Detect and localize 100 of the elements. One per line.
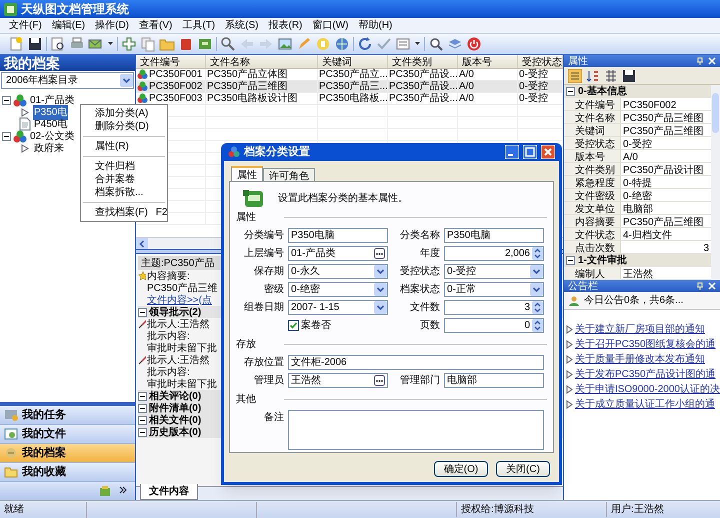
menu-item[interactable]: 报表(R)	[263, 18, 308, 33]
menu-item[interactable]: 编辑(E)	[46, 18, 90, 33]
copy-icon[interactable]	[140, 36, 156, 52]
nav-button[interactable]: 我的档案	[0, 444, 135, 463]
vertical-scrollbar[interactable]	[711, 85, 720, 280]
column-header[interactable]: 关键词	[318, 55, 388, 68]
scroll-left-icon[interactable]	[136, 238, 148, 250]
collapse-icon[interactable]	[2, 96, 11, 104]
notice-link[interactable]: 关于质量手册修改本发布通知	[574, 352, 705, 366]
text-field[interactable]: 电脑部	[444, 373, 544, 388]
collapse-icon[interactable]	[138, 416, 147, 424]
column-header[interactable]: 文件名称	[206, 55, 318, 68]
close-icon[interactable]	[541, 145, 555, 159]
notice-link[interactable]: 关于建立新厂房项目部的通知	[574, 322, 705, 336]
menu-item[interactable]: 操作(D)	[90, 18, 134, 33]
chevron-down-icon[interactable]	[374, 301, 387, 314]
menu-item[interactable]: 档案拆散...	[81, 186, 167, 199]
chevron-down-icon[interactable]	[530, 265, 543, 278]
check-icon[interactable]	[376, 36, 392, 52]
dropdown-field[interactable]: 0-永久	[288, 264, 388, 279]
section-header[interactable]: 相关评论(0)	[148, 388, 202, 404]
menu-item[interactable]: 工具(T)	[177, 18, 220, 33]
close-icon[interactable]	[708, 282, 716, 290]
section-header[interactable]: 附件清单(0)	[148, 400, 202, 416]
sort-icon[interactable]	[586, 68, 600, 82]
number-field[interactable]: 3	[444, 300, 544, 315]
collapse-icon[interactable]	[566, 87, 575, 96]
table-row[interactable]: PC350F001 PC350产品立体图 PC350产品立...PC350产品设...A/0 0-受控	[136, 69, 563, 81]
maximize-icon[interactable]	[523, 145, 537, 159]
spin-icon[interactable]	[532, 319, 543, 332]
chevron-down-icon[interactable]	[374, 265, 387, 278]
tree-item[interactable]: P350电	[33, 104, 68, 120]
column-header[interactable]: 文件编号	[136, 55, 206, 68]
column-header[interactable]: 版本号	[458, 55, 518, 68]
dropdown-field[interactable]: 0-受控	[444, 264, 544, 279]
globe-icon[interactable]	[334, 36, 350, 52]
text-field[interactable]: 文件柜-2006	[288, 355, 544, 370]
collapse-icon[interactable]	[138, 428, 147, 436]
collapse-icon[interactable]	[138, 308, 147, 316]
tree-item[interactable]: 政府来	[33, 140, 65, 156]
collapse-icon[interactable]	[2, 132, 11, 140]
table-row[interactable]: PC350F003 PC350电路板设计图 PC350电路板...PC350产品设...A/0 0-受控	[136, 93, 563, 105]
notice-link[interactable]: 关于召开PC350图纸复核会的通	[574, 336, 716, 352]
pin-icon[interactable]	[696, 57, 704, 65]
tree-item[interactable]: P450电	[33, 116, 68, 132]
list-view-icon[interactable]	[395, 36, 411, 52]
search-icon[interactable]	[220, 36, 236, 52]
catalog-dropdown[interactable]: 2006年档案目录	[1, 72, 134, 89]
menu-item[interactable]: 查看(V)	[134, 18, 178, 33]
picker-field[interactable]: 王浩然	[288, 373, 388, 388]
save-icon[interactable]	[27, 36, 43, 52]
nav-button[interactable]: 我的收藏	[0, 463, 135, 482]
collapse-icon[interactable]	[566, 256, 575, 265]
ellipsis-icon[interactable]	[374, 375, 385, 386]
menu-item[interactable]: 系统(S)	[220, 18, 264, 33]
menu-item[interactable]: 文件(F)	[4, 18, 47, 33]
spin-icon[interactable]	[532, 301, 543, 314]
power-icon[interactable]	[466, 36, 482, 52]
ellipsis-icon[interactable]	[374, 248, 385, 259]
pin-icon[interactable]	[696, 282, 704, 290]
save-icon[interactable]	[622, 68, 636, 82]
delete-icon[interactable]	[178, 36, 194, 52]
minimize-icon[interactable]	[505, 145, 519, 159]
text-area[interactable]	[288, 410, 544, 450]
menu-item[interactable]: 文件归档	[81, 160, 167, 173]
chevron-down-icon[interactable]	[530, 283, 543, 296]
tree-item[interactable]: 02-公文类	[29, 128, 76, 144]
dropdown-field[interactable]: 2007- 1-15	[288, 300, 388, 315]
nav-button[interactable]: 我的文件	[0, 425, 135, 444]
close-icon[interactable]	[708, 57, 716, 65]
dropdown-field[interactable]: 0-正常	[444, 282, 544, 297]
number-field[interactable]: 0	[444, 318, 544, 333]
menu-item[interactable]: 查找档案(F) F2	[81, 206, 167, 219]
dialog-button[interactable]: 确定(O)	[434, 461, 488, 477]
column-header[interactable]: 文件类别	[388, 55, 458, 68]
notice-link[interactable]: 关于发布PC350产品设计图的通	[574, 366, 716, 382]
chevron-down-icon[interactable]	[374, 283, 387, 296]
menu-item[interactable]: 添加分类(A)	[81, 107, 167, 120]
bottom-tab[interactable]: 文件内容	[140, 484, 198, 500]
menu-item[interactable]: 合并案卷	[81, 173, 167, 186]
picker-field[interactable]: 01-产品类	[288, 246, 388, 261]
dialog-tab[interactable]: 许可角色	[263, 168, 315, 181]
dialog-tab[interactable]: 属性	[231, 166, 263, 181]
plus-icon[interactable]	[121, 36, 137, 52]
section-header[interactable]: 相关文件(0)	[148, 412, 202, 428]
tree-item[interactable]: 01-产品类	[29, 92, 76, 108]
section-header[interactable]: 历史版本(0)	[148, 424, 202, 440]
notice-link[interactable]: 关于申请ISO9000-2000认证的决	[574, 382, 720, 396]
notice-link[interactable]: 关于成立质量认证工作小组的通	[574, 396, 715, 412]
text-field[interactable]: P350电脑	[288, 228, 388, 243]
categorized-icon[interactable]	[568, 68, 582, 82]
property-pages-icon[interactable]	[604, 68, 618, 82]
spin-icon[interactable]	[532, 247, 543, 260]
dropdown-field[interactable]: 0-绝密	[288, 282, 388, 297]
refresh-icon[interactable]	[357, 36, 373, 52]
number-field[interactable]: 2,006	[444, 246, 544, 261]
collapse-icon[interactable]	[138, 404, 147, 412]
zoom-icon[interactable]	[428, 36, 444, 52]
table-row[interactable]: PC350F002 PC350产品三维图 PC350产品三...PC350产品设...A/0 0-受控	[136, 81, 563, 93]
column-header[interactable]: 受控状态	[518, 55, 563, 68]
